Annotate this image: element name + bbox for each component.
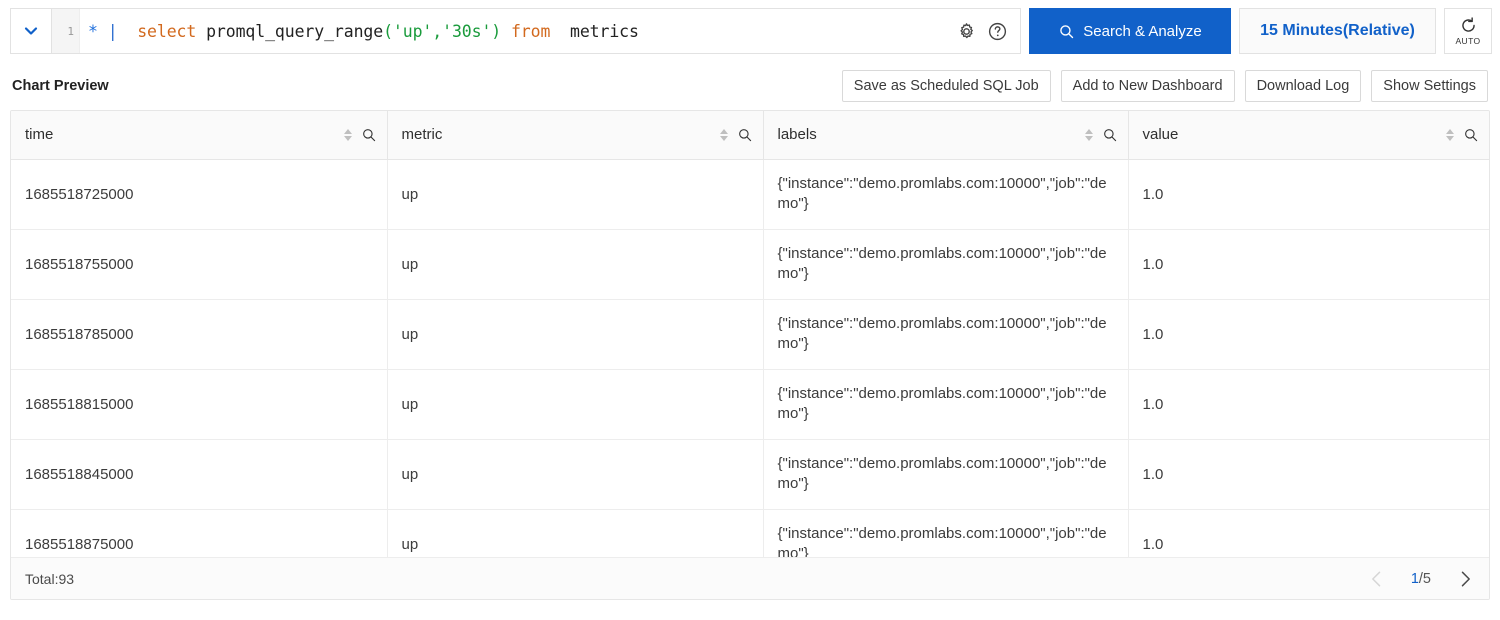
table-row[interactable]: 1685518725000up {"instance":"demo.promlab…: [11, 159, 1489, 229]
query-token-0: *: [88, 22, 98, 41]
question-circle-icon[interactable]: [987, 21, 1008, 42]
cell-metric: up: [387, 299, 763, 369]
cell-labels: {"instance":"demo.promlabs.com:10000","j…: [763, 369, 1128, 439]
show-settings-button[interactable]: Show Settings: [1371, 70, 1488, 102]
cell-labels-text: {"instance":"demo.promlabs.com:10000","j…: [778, 314, 1118, 354]
column-label-time: time: [25, 126, 344, 143]
query-token-1: [98, 22, 108, 41]
column-header-labels: labels: [763, 111, 1128, 159]
query-token-9: ,: [432, 22, 442, 41]
query-token-8: 'up': [393, 22, 432, 41]
download-log-button[interactable]: Download Log: [1245, 70, 1362, 102]
refresh-icon: [1459, 16, 1478, 35]
add-to-new-dashboard-button[interactable]: Add to New Dashboard: [1061, 70, 1235, 102]
search-icon-labels[interactable]: [1102, 127, 1118, 143]
query-token-11: ): [491, 22, 501, 41]
query-token-7: (: [383, 22, 393, 41]
total-pages: 5: [1423, 571, 1431, 587]
column-header-time: time: [11, 111, 387, 159]
column-label-value: value: [1143, 126, 1447, 143]
cell-time: 1685518815000: [11, 369, 387, 439]
column-label-metric: metric: [402, 126, 720, 143]
query-token-5: [196, 22, 206, 41]
chevron-down-icon: [23, 23, 39, 39]
table-footer: Total:93 1/5: [11, 557, 1489, 599]
cell-time: 1685518785000: [11, 299, 387, 369]
results-table-container: timemetriclabelsvalue 1685518725000up{"i…: [10, 110, 1490, 600]
search-icon-value[interactable]: [1463, 127, 1479, 143]
query-token-12: [501, 22, 511, 41]
pagination: 1/5: [1367, 569, 1475, 589]
query-token-13: from: [511, 22, 550, 41]
query-token-14: [550, 22, 570, 41]
cell-labels-text: {"instance":"demo.promlabs.com:10000","j…: [778, 244, 1118, 284]
cell-labels: {"instance":"demo.promlabs.com:10000","j…: [763, 299, 1128, 369]
search-and-analyze-button[interactable]: Search & Analyze: [1029, 8, 1231, 54]
cell-labels: {"instance":"demo.promlabs.com:10000","j…: [763, 229, 1128, 299]
query-token-10: '30s': [442, 22, 491, 41]
cell-value: 1.0: [1128, 369, 1489, 439]
page-indicator: 1/5: [1411, 571, 1431, 587]
editor-icon-group: [948, 21, 1020, 42]
current-page: 1: [1411, 571, 1419, 587]
query-bar: 1 * | select promql_query_range('up','30…: [0, 0, 1500, 62]
search-icon-metric[interactable]: [737, 127, 753, 143]
query-token-15: metrics: [570, 22, 639, 41]
table-header: time metric labels value: [11, 111, 1489, 159]
column-label-labels: labels: [778, 126, 1085, 143]
cell-time: 1685518725000: [11, 159, 387, 229]
cell-value: 1.0: [1128, 159, 1489, 229]
cell-labels-text: {"instance":"demo.promlabs.com:10000","j…: [778, 384, 1118, 424]
sort-arrows-icon-value[interactable]: [1446, 129, 1454, 141]
editor-line-number: 1: [52, 9, 80, 53]
cell-labels-text: {"instance":"demo.promlabs.com:10000","j…: [778, 174, 1118, 214]
results-table: timemetriclabelsvalue 1685518725000up{"i…: [11, 111, 1489, 580]
query-token-6: promql_query_range: [206, 22, 383, 41]
gear-icon[interactable]: [956, 21, 977, 42]
sort-arrows-icon-time[interactable]: [344, 129, 352, 141]
search-icon: [1058, 23, 1075, 40]
cell-value: 1.0: [1128, 439, 1489, 509]
chevron-left-icon[interactable]: [1367, 569, 1387, 589]
table-header-row: time metric labels value: [11, 111, 1489, 159]
query-editor[interactable]: 1 * | select promql_query_range('up','30…: [52, 8, 1021, 54]
cell-labels-text: {"instance":"demo.promlabs.com:10000","j…: [778, 454, 1118, 494]
cell-time: 1685518755000: [11, 229, 387, 299]
column-header-metric: metric: [387, 111, 763, 159]
cell-metric: up: [387, 439, 763, 509]
table-row[interactable]: 1685518755000up {"instance":"demo.promlab…: [11, 229, 1489, 299]
table-row[interactable]: 1685518815000up {"instance":"demo.promlab…: [11, 369, 1489, 439]
cell-labels: {"instance":"demo.promlabs.com:10000","j…: [763, 159, 1128, 229]
page-title: Chart Preview: [12, 78, 109, 94]
chart-preview-toolbar: Chart Preview Save as Scheduled SQL Job A…: [0, 62, 1500, 110]
collapse-query-toggle[interactable]: [10, 8, 52, 54]
cell-labels: {"instance":"demo.promlabs.com:10000","j…: [763, 439, 1128, 509]
search-and-analyze-label: Search & Analyze: [1083, 23, 1201, 40]
cell-metric: up: [387, 159, 763, 229]
auto-refresh-label: AUTO: [1455, 36, 1480, 46]
time-range-button[interactable]: 15 Minutes(Relative): [1239, 8, 1436, 54]
column-header-value: value: [1128, 111, 1489, 159]
cell-value: 1.0: [1128, 229, 1489, 299]
auto-refresh-button[interactable]: AUTO: [1444, 8, 1492, 54]
query-token-3: [118, 22, 138, 41]
cell-time: 1685518845000: [11, 439, 387, 509]
query-token-2: |: [108, 22, 118, 41]
cell-metric: up: [387, 229, 763, 299]
query-token-4: select: [137, 22, 196, 41]
cell-value: 1.0: [1128, 299, 1489, 369]
table-body: 1685518725000up{"instance":"demo.promlab…: [11, 159, 1489, 579]
save-as-scheduled-sql-job-button[interactable]: Save as Scheduled SQL Job: [842, 70, 1051, 102]
total-count: Total:93: [25, 571, 74, 587]
chevron-right-icon[interactable]: [1455, 569, 1475, 589]
cell-metric: up: [387, 369, 763, 439]
query-code[interactable]: * | select promql_query_range('up','30s'…: [80, 22, 639, 41]
table-row[interactable]: 1685518785000up {"instance":"demo.promlab…: [11, 299, 1489, 369]
sort-arrows-icon-labels[interactable]: [1085, 129, 1093, 141]
table-row[interactable]: 1685518845000up {"instance":"demo.promlab…: [11, 439, 1489, 509]
search-icon-time[interactable]: [361, 127, 377, 143]
toolbar-actions: Save as Scheduled SQL Job Add to New Dash…: [842, 70, 1488, 102]
sort-arrows-icon-metric[interactable]: [720, 129, 728, 141]
